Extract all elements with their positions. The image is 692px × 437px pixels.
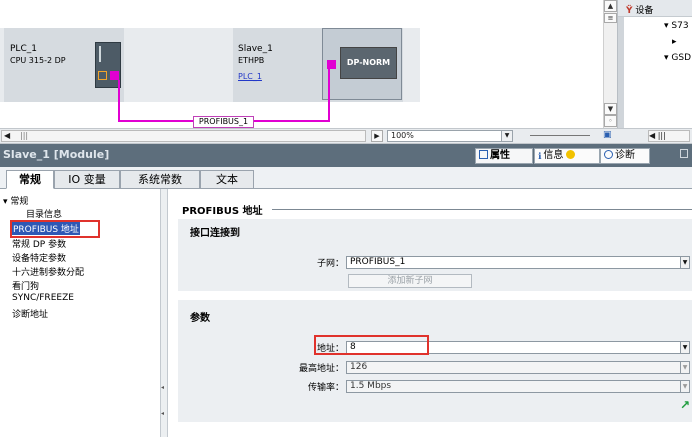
property-navigation: ▾ 常规 目录信息 PROFIBUS 地址 常规 DP 参数 设备特定参数 十六… xyxy=(0,189,162,437)
highlight-box xyxy=(10,220,100,238)
scroll-up-icon[interactable]: ▲ xyxy=(604,0,617,12)
network-view[interactable]: PLC_1 CPU 315-2 DP Slave_1 ETHPB PLC_1 D… xyxy=(0,0,603,128)
tab-properties[interactable]: 属性 xyxy=(475,148,533,164)
tab-general[interactable]: 常规 xyxy=(6,170,54,189)
overview-icon[interactable]: ▣ xyxy=(603,130,615,142)
inspector-title: Slave_1 [Module] xyxy=(3,148,110,161)
slave-master-link[interactable]: PLC_1 xyxy=(238,72,262,81)
plc-dp-port-icon[interactable] xyxy=(110,71,119,80)
baud-rate-select[interactable]: 1.5 Mbps ▼ xyxy=(346,380,690,393)
section-title: PROFIBUS 地址 xyxy=(182,206,263,217)
nav-item-catalog-info[interactable]: 目录信息 xyxy=(26,207,62,220)
tab-texts[interactable]: 文本 xyxy=(200,170,254,189)
subnet-label: 子网： xyxy=(316,259,344,269)
zoom-value: 100% xyxy=(391,131,414,140)
scroll-thumb-icon[interactable]: ||| xyxy=(20,131,28,140)
subnet-value: PROFIBUS_1 xyxy=(350,257,406,267)
section-divider xyxy=(272,209,692,210)
nav-item-general[interactable]: ▾ 常规 xyxy=(3,194,28,207)
info-badge-icon xyxy=(566,150,576,159)
slave-bus-wire xyxy=(328,68,330,122)
tab-io-tags[interactable]: IO 变量 xyxy=(54,170,120,189)
nav-item-hex-params[interactable]: 十六进制参数分配 xyxy=(12,265,84,278)
network-toolbar: ◀ ||| ▶ 100% ▼ ▣ ◀ ||| xyxy=(0,128,692,144)
max-address-value: 126 xyxy=(350,362,368,372)
device-panel-splitter[interactable] xyxy=(618,17,624,128)
chevron-down-icon[interactable]: ▼ xyxy=(680,361,690,374)
zoom-slider[interactable] xyxy=(530,135,590,136)
collapse-left-icon[interactable]: ◂ xyxy=(161,410,166,420)
network-horizontal-scrollbar[interactable]: ◀ ||| xyxy=(1,130,366,142)
plc-mpi-port-icon[interactable] xyxy=(98,71,107,80)
chevron-down-icon[interactable]: ▼ xyxy=(680,256,690,269)
info-icon: ℹ xyxy=(538,152,542,162)
subnet-select[interactable]: PROFIBUS_1 ▼ xyxy=(346,256,690,269)
profibus-label[interactable]: PROFIBUS_1 xyxy=(193,116,254,128)
nav-item-watchdog[interactable]: 看门狗 xyxy=(12,279,39,292)
tab-system-constants[interactable]: 系统常数 xyxy=(120,170,200,189)
collapse-left-icon[interactable]: ◂ xyxy=(161,384,166,394)
scroll-menu-icon[interactable]: ≡ xyxy=(604,13,617,23)
chevron-down-icon[interactable]: ▼ xyxy=(501,131,512,141)
interface-title: 接口连接到 xyxy=(190,228,240,239)
property-tabs: 常规 IO 变量 系统常数 文本 xyxy=(0,167,692,189)
highlight-box xyxy=(314,335,429,355)
tab-diagnostics[interactable]: 诊断 xyxy=(600,148,650,164)
scroll-left-icon[interactable]: ◀ xyxy=(4,131,10,140)
device-panel-hscroll[interactable]: ◀ ||| xyxy=(648,130,690,142)
baud-rate-value: 1.5 Mbps xyxy=(350,381,392,391)
properties-icon xyxy=(479,150,488,159)
nav-item-general-dp-params[interactable]: 常规 DP 参数 xyxy=(12,237,66,250)
slave-name: Slave_1 xyxy=(238,44,273,54)
inspector-header: Slave_1 [Module] 属性 ℹ 信息 诊断 xyxy=(0,144,692,167)
property-form: PROFIBUS 地址 接口连接到 子网： PROFIBUS_1 ▼ 添加新子网… xyxy=(168,189,692,437)
max-address-label: 最高地址： xyxy=(298,364,344,374)
device-panel-title: 设备 xyxy=(635,6,654,16)
chevron-down-icon[interactable]: ▼ xyxy=(680,341,690,354)
max-address-select[interactable]: 126 ▼ xyxy=(346,361,690,374)
tab-info[interactable]: ℹ 信息 xyxy=(534,148,600,164)
scroll-right-icon[interactable]: ▶ xyxy=(371,130,383,142)
slave-type: ETHPB xyxy=(238,56,265,65)
params-title: 参数 xyxy=(190,313,210,324)
device-tree-item[interactable]: ▸ xyxy=(672,37,677,47)
chevron-down-icon[interactable]: ▼ xyxy=(680,380,690,393)
nav-item-diagnostic-address[interactable]: 诊断地址 xyxy=(12,307,48,320)
scroll-end-icon[interactable]: ◦ xyxy=(604,115,617,127)
zoom-select[interactable]: 100% ▼ xyxy=(387,130,513,142)
device-tree-item[interactable]: ▾ S73 xyxy=(664,21,689,31)
plc-type: CPU 315-2 DP xyxy=(10,56,66,65)
nav-item-device-params[interactable]: 设备特定参数 xyxy=(12,251,66,264)
device-tree-icon: Ÿ xyxy=(626,6,633,16)
dp-norm-module[interactable]: DP-NORM xyxy=(340,47,397,79)
baud-rate-label: 传输率： xyxy=(307,383,344,393)
minimize-icon[interactable] xyxy=(680,149,688,158)
plc-bus-wire xyxy=(118,80,120,122)
add-subnet-button[interactable]: 添加新子网 xyxy=(348,274,472,288)
device-tree-item[interactable]: ▾ GSD xyxy=(664,53,691,63)
navigation-splitter[interactable] xyxy=(160,189,168,437)
scroll-down-icon[interactable]: ▼ xyxy=(604,103,617,115)
network-vertical-scrollbar[interactable]: ▲ ≡ ▼ ◦ xyxy=(603,0,617,128)
nav-item-sync-freeze[interactable]: SYNC/FREEZE xyxy=(12,293,74,303)
diagnostics-icon xyxy=(604,150,613,159)
go-to-arrow-icon[interactable]: ↗ xyxy=(680,398,692,412)
device-panel: Ÿ 设备 ▾ S73 ▸ ▾ GSD xyxy=(617,0,692,128)
plc-name: PLC_1 xyxy=(10,44,37,54)
